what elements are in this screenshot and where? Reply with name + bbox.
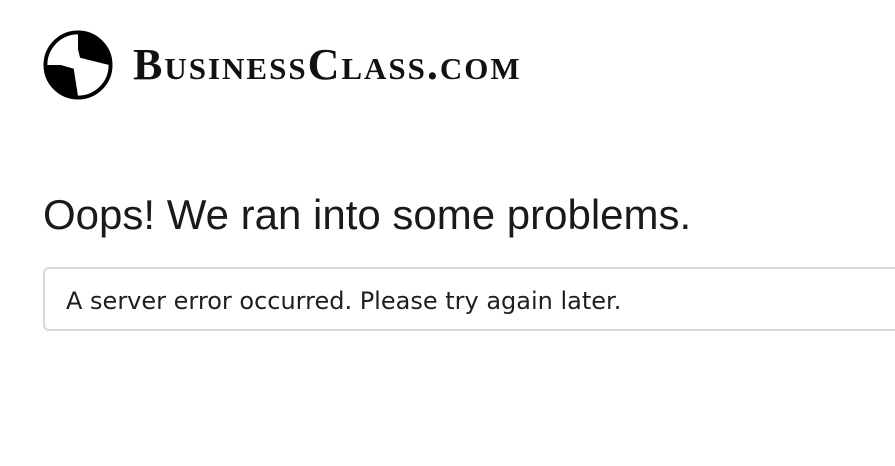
circle-plane-logo-icon[interactable] bbox=[43, 29, 113, 101]
brand-name[interactable]: BusinessClass.com bbox=[133, 43, 522, 87]
error-message: A server error occurred. Please try agai… bbox=[66, 287, 622, 315]
site-header: BusinessClass.com bbox=[43, 28, 522, 102]
error-message-box: A server error occurred. Please try agai… bbox=[43, 267, 895, 331]
error-title: Oops! We ran into some problems. bbox=[43, 191, 692, 238]
